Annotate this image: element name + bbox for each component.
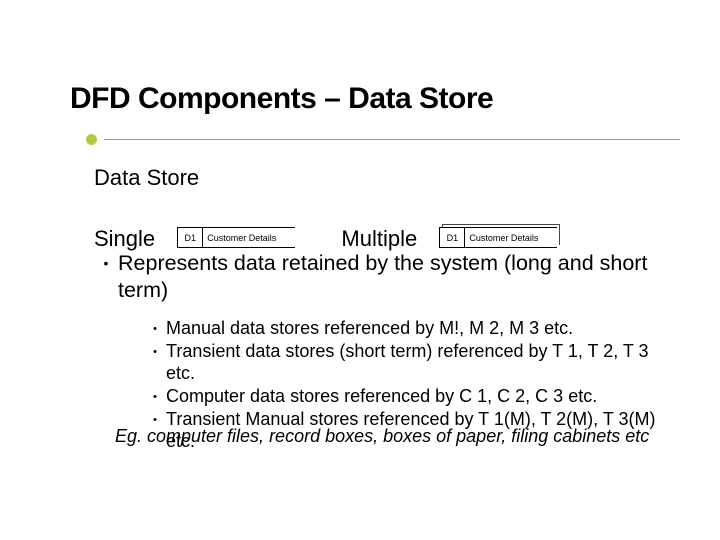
type-single-label: Single bbox=[94, 226, 155, 252]
types-row: Single D1 Customer Details Multiple D1 C… bbox=[94, 225, 680, 252]
type-multiple-label: Multiple bbox=[341, 226, 417, 252]
list-item-text: Represents data retained by the system (… bbox=[118, 250, 660, 304]
list-item-text: Manual data stores referenced by M!, M 2… bbox=[166, 318, 672, 340]
slide: DFD Components – Data Store Data Store S… bbox=[0, 0, 720, 540]
bullet-icon: • bbox=[94, 250, 118, 304]
datastore-label: Customer Details bbox=[465, 228, 557, 247]
bullet-dot-icon bbox=[86, 134, 97, 145]
list-item: • Computer data stores referenced by C 1… bbox=[144, 386, 672, 408]
list-item: • Transient data stores (short term) ref… bbox=[144, 341, 672, 385]
datastore-box: D1 Customer Details bbox=[177, 227, 295, 248]
bullet-icon: • bbox=[144, 318, 166, 340]
title-rule bbox=[0, 132, 720, 146]
bullet-icon: • bbox=[144, 386, 166, 408]
list-item-text: Computer data stores referenced by C 1, … bbox=[166, 386, 672, 408]
list-item-text: Transient data stores (short term) refer… bbox=[166, 341, 672, 385]
section-subheading: Data Store bbox=[94, 165, 199, 191]
datastore-label: Customer Details bbox=[203, 228, 295, 247]
datastore-id: D1 bbox=[440, 228, 465, 247]
example-text: Eg. computer files, record boxes, boxes … bbox=[115, 426, 665, 447]
bullet-icon: • bbox=[144, 341, 166, 385]
datastore-id: D1 bbox=[178, 228, 203, 247]
datastore-box: D1 Customer Details bbox=[439, 227, 557, 248]
datastore-single-icon: D1 Customer Details bbox=[177, 227, 305, 251]
list-item: • Manual data stores referenced by M!, M… bbox=[144, 318, 672, 340]
datastore-multiple-icon: D1 Customer Details bbox=[439, 227, 567, 251]
horizontal-rule bbox=[104, 139, 680, 140]
list-item: • Represents data retained by the system… bbox=[94, 250, 660, 304]
slide-title: DFD Components – Data Store bbox=[70, 82, 493, 116]
main-bullet-list: • Represents data retained by the system… bbox=[94, 250, 660, 304]
